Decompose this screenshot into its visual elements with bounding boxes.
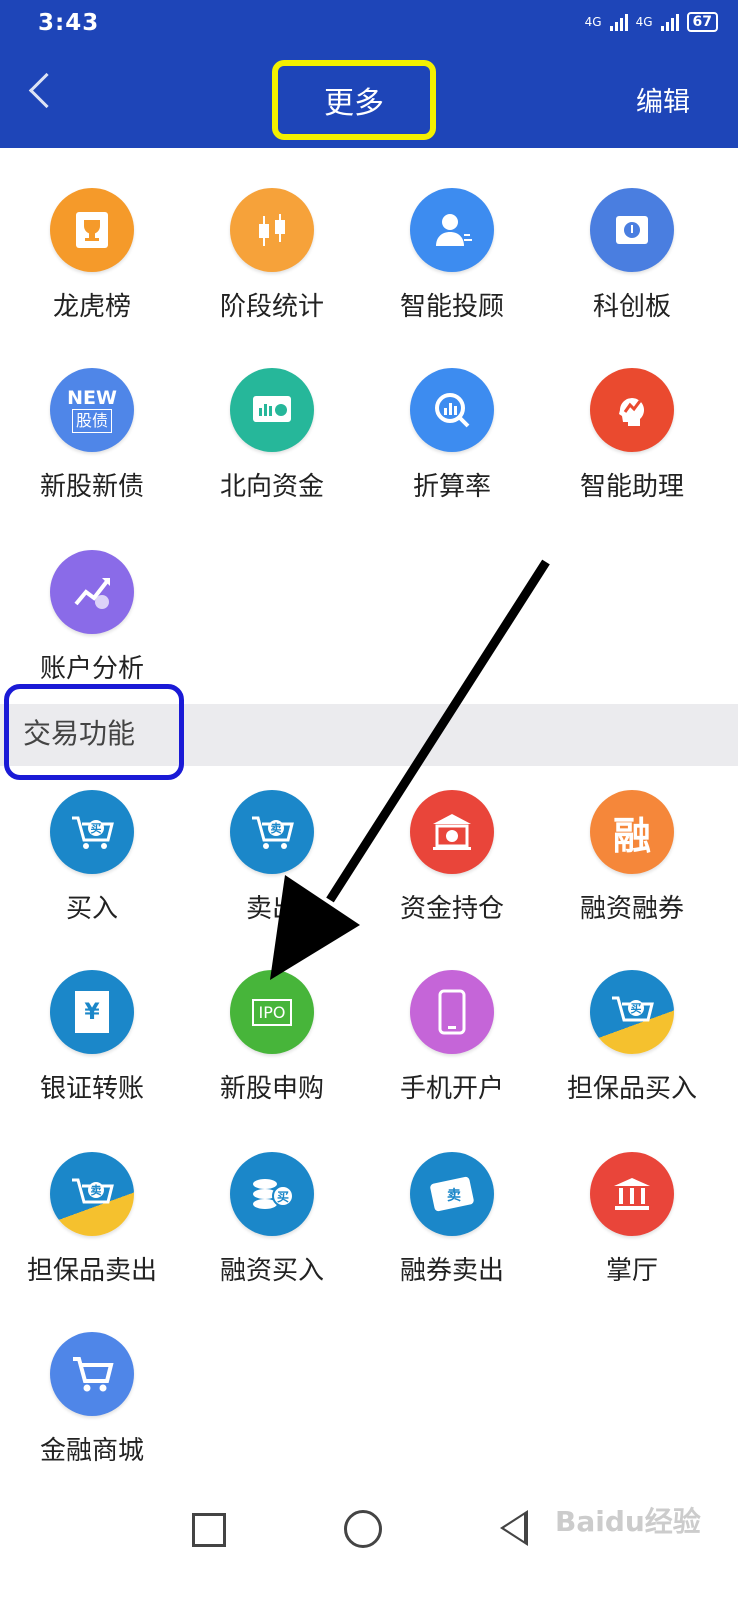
watermark: Baidu经验 xyxy=(555,1505,701,1538)
nav-back-button[interactable] xyxy=(500,1510,528,1546)
annotation-arrow xyxy=(270,559,550,980)
recent-apps-button[interactable] xyxy=(192,1513,226,1547)
home-button[interactable] xyxy=(344,1510,382,1548)
